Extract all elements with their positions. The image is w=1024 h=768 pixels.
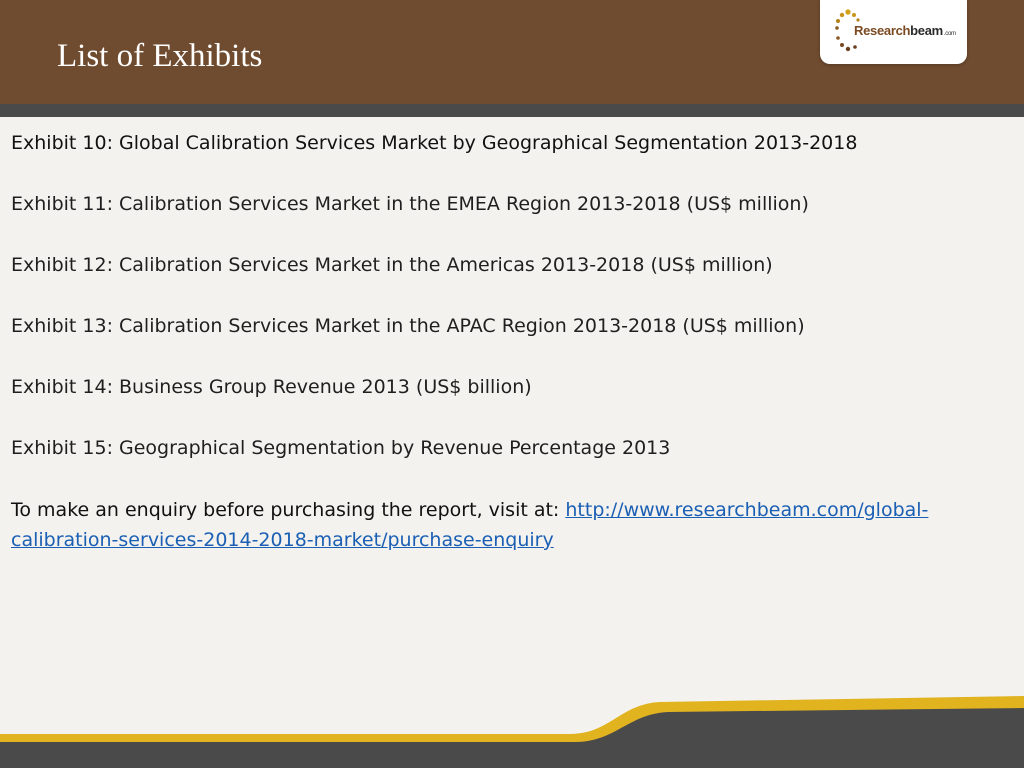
enquiry-prefix: To make an enquiry before purchasing the…	[11, 499, 566, 521]
slide-title: List of Exhibits	[57, 38, 263, 74]
exhibit-item-15: Exhibit 15: Geographical Segmentation by…	[11, 437, 671, 459]
logo-research-text: esearch	[863, 23, 911, 38]
exhibit-item-10: Exhibit 10: Global Calibration Services …	[11, 132, 858, 154]
logo-beam-text: beam	[910, 23, 943, 38]
logo-initial: R	[854, 23, 864, 38]
exhibit-list: Exhibit 10: Global Calibration Services …	[11, 129, 1011, 555]
header-band	[0, 104, 1024, 117]
exhibit-item-13: Exhibit 13: Calibration Services Market …	[11, 315, 805, 337]
exhibit-item-14: Exhibit 14: Business Group Revenue 2013 …	[11, 376, 532, 398]
logo-suffix: .com	[943, 31, 956, 37]
exhibit-item-12: Exhibit 12: Calibration Services Market …	[11, 254, 773, 276]
researchbeam-logo: Researchbeam.com	[820, 0, 967, 64]
enquiry-text: To make an enquiry before purchasing the…	[11, 495, 1001, 555]
footer-swoosh	[0, 696, 1024, 768]
exhibit-item-11: Exhibit 11: Calibration Services Market …	[11, 193, 809, 215]
logo-wordmark: Researchbeam.com	[854, 23, 956, 38]
